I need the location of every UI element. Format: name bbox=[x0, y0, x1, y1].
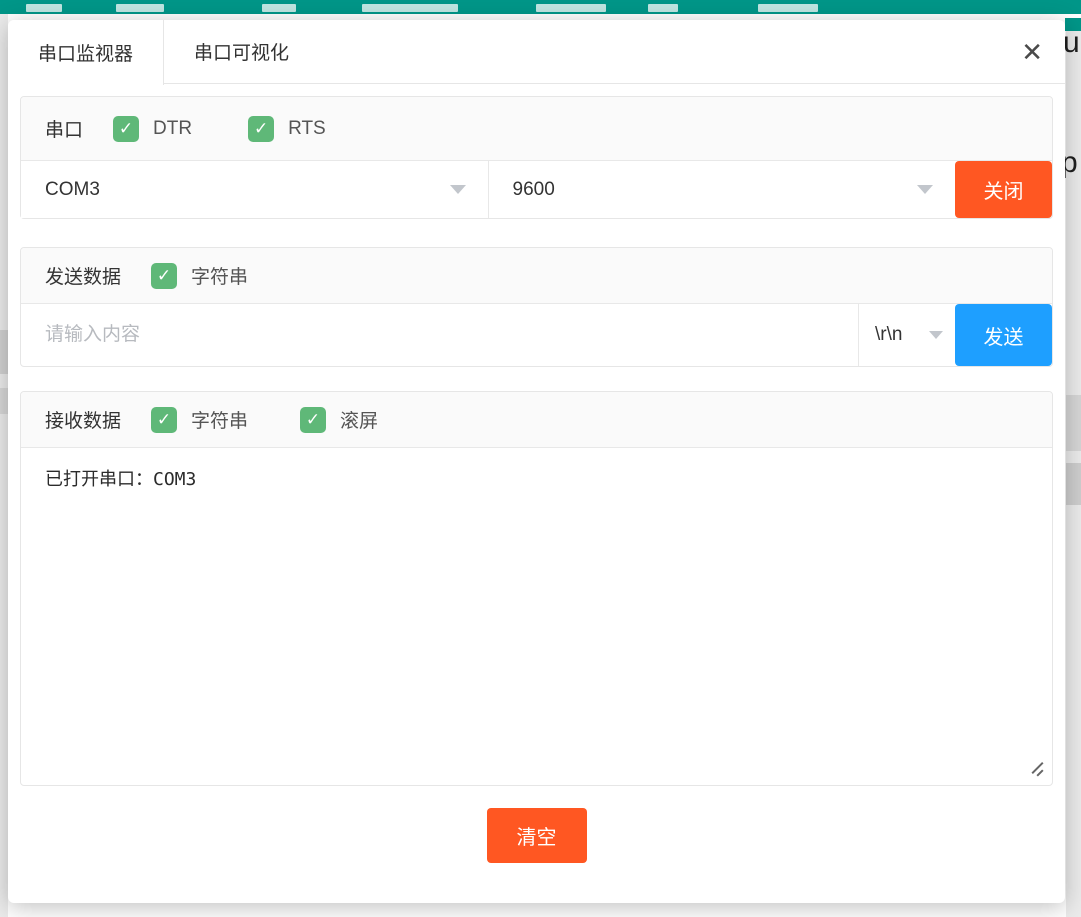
clipped-menu-text bbox=[262, 4, 296, 12]
tab-serial-visualization[interactable]: 串口可视化 bbox=[164, 20, 319, 83]
port-select-value: COM3 bbox=[45, 179, 100, 201]
clear-button-row: 清空 bbox=[20, 808, 1053, 863]
receive-data-header: 接收数据 ✓ 字符串 ✓ 滚屏 bbox=[21, 392, 1052, 448]
checkbox-label: 字符串 bbox=[191, 406, 248, 433]
close-port-button[interactable]: 关闭 bbox=[955, 161, 1052, 218]
check-icon: ✓ bbox=[119, 119, 133, 139]
check-icon: ✓ bbox=[157, 266, 171, 286]
close-icon[interactable]: ✕ bbox=[1021, 34, 1043, 70]
log-text: 已打开串口： bbox=[45, 469, 153, 489]
check-icon: ✓ bbox=[254, 119, 268, 139]
line-ending-value: \r\n bbox=[875, 324, 902, 346]
checkbox-checked[interactable]: ✓ bbox=[113, 116, 139, 142]
log-port-value: COM3 bbox=[153, 469, 196, 490]
app-topbar bbox=[0, 0, 1081, 14]
tab-label: 串口监视器 bbox=[38, 39, 133, 66]
left-edge-strip bbox=[0, 14, 8, 917]
serial-monitor-dialog: 串口监视器 串口可视化 ✕ 串口 ✓ DTR ✓ RTS bbox=[8, 20, 1065, 903]
serial-port-card: 串口 ✓ DTR ✓ RTS COM3 bbox=[20, 96, 1053, 219]
send-data-row: \r\n 发送 bbox=[21, 304, 1052, 366]
tab-serial-monitor[interactable]: 串口监视器 bbox=[8, 20, 164, 85]
autoscroll-checkbox-group[interactable]: ✓ 滚屏 bbox=[300, 406, 378, 433]
check-icon: ✓ bbox=[157, 410, 171, 430]
clipped-menu-text bbox=[536, 4, 606, 12]
receive-log-area[interactable]: 已打开串口：COM3 bbox=[21, 448, 1052, 785]
tab-label: 串口可视化 bbox=[194, 38, 289, 65]
serial-port-header: 串口 ✓ DTR ✓ RTS bbox=[21, 97, 1052, 161]
clipped-menu-text bbox=[26, 4, 62, 12]
line-ending-select[interactable]: \r\n bbox=[858, 304, 955, 366]
checkbox-label: DTR bbox=[153, 118, 192, 140]
port-select[interactable]: COM3 bbox=[21, 161, 489, 218]
checkbox-checked[interactable]: ✓ bbox=[151, 263, 177, 289]
chevron-down-icon bbox=[929, 331, 943, 339]
receive-data-card: 接收数据 ✓ 字符串 ✓ 滚屏 已打开串口：COM3 bbox=[20, 391, 1053, 786]
receive-string-checkbox-group[interactable]: ✓ 字符串 bbox=[151, 406, 248, 433]
chevron-down-icon bbox=[450, 185, 466, 194]
dialog-content: 串口 ✓ DTR ✓ RTS COM3 bbox=[8, 84, 1065, 863]
check-icon: ✓ bbox=[306, 410, 320, 430]
checkbox-label: 滚屏 bbox=[340, 406, 378, 433]
send-data-card: 发送数据 ✓ 字符串 \r\n 发送 bbox=[20, 247, 1053, 367]
section-title: 接收数据 bbox=[45, 406, 121, 433]
baud-select-value: 9600 bbox=[513, 179, 555, 201]
checkbox-checked[interactable]: ✓ bbox=[248, 116, 274, 142]
clipped-menu-text bbox=[116, 4, 164, 12]
send-string-checkbox-group[interactable]: ✓ 字符串 bbox=[151, 262, 248, 289]
chevron-down-icon bbox=[917, 185, 933, 194]
clipped-menu-text bbox=[648, 4, 678, 12]
send-input[interactable] bbox=[21, 304, 858, 366]
send-data-header: 发送数据 ✓ 字符串 bbox=[21, 248, 1052, 304]
app-page: u p 串口监视器 串口可视化 ✕ 串口 ✓ DTR bbox=[0, 0, 1081, 917]
baud-select[interactable]: 9600 bbox=[489, 161, 956, 218]
serial-port-row: COM3 9600 关闭 bbox=[21, 161, 1052, 218]
section-title: 发送数据 bbox=[45, 262, 121, 289]
send-button[interactable]: 发送 bbox=[955, 304, 1052, 366]
checkbox-label: RTS bbox=[288, 118, 326, 140]
resize-handle[interactable] bbox=[1030, 761, 1046, 777]
rts-checkbox-group[interactable]: ✓ RTS bbox=[248, 116, 326, 142]
dialog-tabbar: 串口监视器 串口可视化 ✕ bbox=[8, 20, 1065, 84]
checkbox-checked[interactable]: ✓ bbox=[300, 407, 326, 433]
dtr-checkbox-group[interactable]: ✓ DTR bbox=[113, 116, 192, 142]
checkbox-label: 字符串 bbox=[191, 262, 248, 289]
clear-button[interactable]: 清空 bbox=[487, 808, 587, 863]
clipped-menu-text bbox=[362, 4, 458, 12]
checkbox-checked[interactable]: ✓ bbox=[151, 407, 177, 433]
background-partial-text: u bbox=[1063, 26, 1080, 60]
clipped-menu-text bbox=[758, 4, 818, 12]
section-title: 串口 bbox=[45, 115, 83, 142]
